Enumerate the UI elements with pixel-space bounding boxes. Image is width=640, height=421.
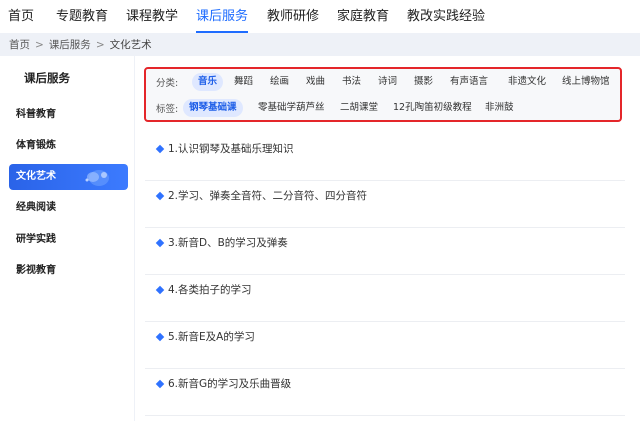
breadcrumb-separator: > (35, 39, 44, 51)
lesson-item[interactable]: 2.学习、弹奏全音符、二分音符、四分音符 (145, 181, 625, 228)
sidebar-item-science[interactable]: 科普教育 (9, 102, 128, 128)
sidebar-item-study-practice[interactable]: 研学实践 (9, 227, 128, 253)
sidebar-item-sports[interactable]: 体育锻炼 (9, 133, 128, 159)
lesson-title: 5.新音E及A的学习 (168, 331, 255, 343)
sidebar-item-label: 经典阅读 (16, 202, 56, 213)
tag-chip-djembe[interactable]: 非洲鼓 (479, 99, 520, 117)
nav-item-home[interactable]: 首页 (8, 0, 34, 33)
category-label: 分类: (156, 78, 179, 89)
breadcrumb-separator: > (95, 39, 105, 51)
diamond-bullet-icon (155, 238, 165, 248)
sparkle-decoration-icon (85, 170, 109, 186)
tag-filter-row: 标签: 钢琴基础课 零基础学葫芦丝 二胡课堂 12孔陶笛初级教程 非洲鼓 (156, 99, 626, 117)
sidebar-item-label: 科普教育 (16, 109, 56, 120)
category-chip-spoken-language[interactable]: 有声语言 (444, 73, 494, 91)
lesson-item[interactable]: 5.新音E及A的学习 (145, 322, 625, 369)
breadcrumb-home[interactable]: 首页 (9, 39, 30, 51)
category-chip-music[interactable]: 音乐 (192, 73, 224, 91)
top-navigation: 首页 专题教育 课程教学 课后服务 教师研修 家庭教育 教改实践经验 (0, 0, 640, 33)
main-content: 分类: 音乐 舞蹈 绘画 戏曲 书法 诗词 摄影 有声语言 非遗文化 线上博物馆… (135, 56, 640, 421)
nav-item-family-education[interactable]: 家庭教育 (337, 0, 389, 33)
category-chip-painting[interactable]: 绘画 (264, 73, 295, 91)
filter-panel: 分类: 音乐 舞蹈 绘画 戏曲 书法 诗词 摄影 有声语言 非遗文化 线上博物馆… (144, 67, 622, 122)
lesson-title: 3.新音D、B的学习及弹奏 (168, 237, 288, 249)
tag-chip-piano-basics[interactable]: 钢琴基础课 (183, 99, 243, 117)
lesson-item[interactable]: 4.各类拍子的学习 (145, 275, 625, 322)
diamond-bullet-icon (155, 285, 165, 295)
breadcrumb-current: 文化艺术 (109, 39, 152, 51)
sidebar-item-film-education[interactable]: 影视教育 (9, 258, 128, 284)
category-chip-opera[interactable]: 戏曲 (300, 73, 331, 91)
sidebar-item-label: 体育锻炼 (16, 140, 56, 151)
tag-chip-hulusi-beginner[interactable]: 零基础学葫芦丝 (252, 99, 331, 117)
lesson-title: 2.学习、弹奏全音符、二分音符、四分音符 (168, 190, 368, 202)
sidebar-item-label: 影视教育 (16, 265, 56, 276)
nav-item-after-school[interactable]: 课后服务 (196, 0, 249, 33)
nav-item-special-education[interactable]: 专题教育 (56, 0, 108, 33)
sidebar-item-culture-art[interactable]: 文化艺术 (9, 164, 128, 190)
category-chip-calligraphy[interactable]: 书法 (336, 73, 367, 91)
lesson-item[interactable]: 6.新音G的学习及乐曲晋级 (145, 369, 625, 416)
sidebar-item-classic-reading[interactable]: 经典阅读 (9, 195, 128, 221)
diamond-bullet-icon (155, 191, 165, 201)
diamond-bullet-icon (155, 332, 165, 342)
tag-label: 标签: (156, 104, 179, 115)
breadcrumb-after-school[interactable]: 课后服务 (49, 39, 91, 51)
sidebar-title: 课后服务 (24, 71, 70, 85)
tag-chip-erhu-class[interactable]: 二胡课堂 (334, 99, 384, 117)
category-chip-photography[interactable]: 摄影 (408, 73, 439, 91)
nav-item-reform-practice[interactable]: 教改实践经验 (407, 0, 485, 33)
category-chip-poetry[interactable]: 诗词 (372, 73, 403, 91)
lesson-title: 4.各类拍子的学习 (168, 284, 252, 296)
diamond-bullet-icon (155, 379, 165, 389)
category-chip-dance[interactable]: 舞蹈 (228, 73, 259, 91)
tag-chip-ocarina-course[interactable]: 12孔陶笛初级教程 (387, 99, 478, 117)
category-chip-online-museum[interactable]: 线上博物馆 (556, 73, 616, 91)
lesson-item[interactable]: 3.新音D、B的学习及弹奏 (145, 228, 625, 275)
lesson-title: 6.新音G的学习及乐曲晋级 (168, 378, 292, 390)
nav-item-course-teaching[interactable]: 课程教学 (126, 0, 178, 33)
category-chip-intangible-heritage[interactable]: 非遗文化 (502, 73, 552, 91)
nav-item-teacher-training[interactable]: 教师研修 (267, 0, 319, 33)
lesson-item[interactable]: 1.认识钢琴及基础乐理知识 (145, 134, 625, 181)
lesson-title: 1.认识钢琴及基础乐理知识 (168, 143, 294, 155)
sidebar: 课后服务 科普教育 体育锻炼 文化艺术 经典阅读 研学实践 影视教育 (0, 56, 134, 421)
category-filter-row: 分类: 音乐 舞蹈 绘画 戏曲 书法 诗词 摄影 有声语言 非遗文化 线上博物馆 (156, 73, 626, 91)
sidebar-item-label: 研学实践 (16, 234, 56, 245)
breadcrumb: 首页 > 课后服务 > 文化艺术 (9, 37, 152, 52)
sidebar-item-label: 文化艺术 (16, 171, 56, 182)
diamond-bullet-icon (155, 144, 165, 154)
